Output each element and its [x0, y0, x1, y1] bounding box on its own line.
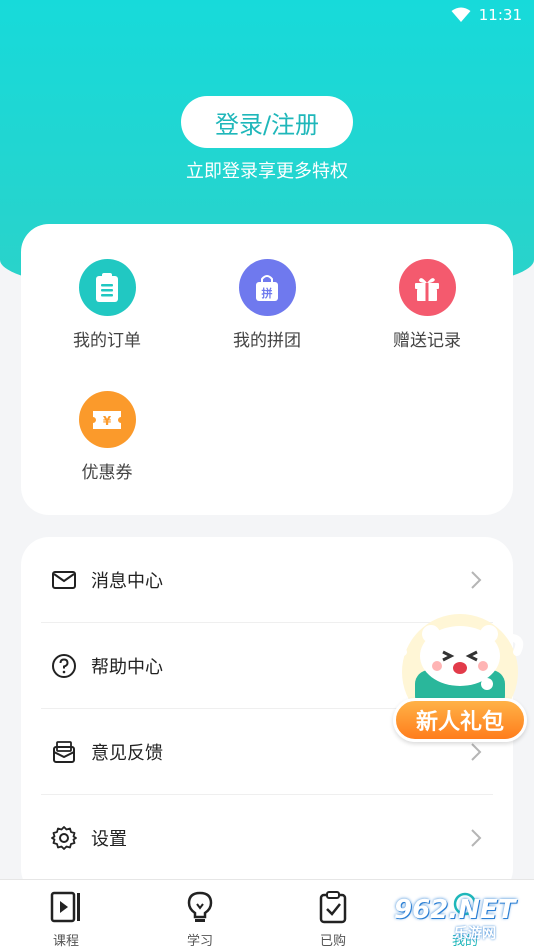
chevron-right-icon	[471, 570, 482, 589]
feedback-icon	[53, 740, 75, 763]
quick-action-label: 我的拼团	[233, 331, 301, 351]
status-time: 11:31	[478, 6, 522, 24]
quick-action-label: 优惠券	[81, 463, 133, 483]
watermark-subtext: 乐游网	[454, 926, 496, 942]
bear-mascot-icon	[396, 614, 524, 712]
tab-purchased[interactable]: 已购	[288, 880, 378, 949]
watermark-text: 962.NET	[394, 895, 516, 925]
tab-label: 已购	[319, 934, 346, 949]
coupon-icon: ¥	[78, 391, 136, 448]
play-icon	[50, 891, 80, 923]
quick-action-my-group-buy[interactable]: 拼 我的拼团	[197, 259, 337, 351]
svg-text:¥: ¥	[103, 414, 112, 428]
gift-icon	[398, 259, 456, 316]
clipboard-icon	[78, 259, 136, 316]
mail-icon	[52, 570, 76, 589]
site-watermark: 962.NET 乐游网	[394, 895, 530, 945]
new-user-gift-badge[interactable]: 新人礼包	[391, 612, 529, 746]
status-bar: 11:31	[0, 0, 534, 30]
lightbulb-icon	[187, 891, 213, 922]
quick-action-my-orders[interactable]: 我的订单	[37, 259, 177, 351]
quick-action-label: 我的订单	[73, 331, 141, 351]
menu-item-label: 设置	[91, 829, 127, 850]
tab-label: 课程	[52, 934, 79, 949]
purchased-icon	[319, 891, 347, 924]
shopping-bag-icon: 拼	[238, 259, 296, 316]
tab-courses[interactable]: 课程	[21, 880, 111, 949]
wifi-icon	[451, 7, 471, 22]
quick-action-label: 赠送记录	[393, 331, 461, 351]
svg-text:拼: 拼	[262, 286, 273, 300]
quick-action-gift-records[interactable]: 赠送记录	[357, 259, 497, 351]
menu-item-settings[interactable]: 设置	[41, 795, 493, 881]
gift-badge-label: 新人礼包	[393, 698, 527, 742]
quick-actions-card: 我的订单 拼 我的拼团 赠送记录 ¥ 优惠券	[21, 224, 513, 515]
quick-action-coupons[interactable]: ¥ 优惠券	[37, 391, 177, 483]
tab-study[interactable]: 学习	[155, 880, 245, 949]
login-subtitle: 立即登录享更多特权	[186, 161, 348, 182]
help-icon	[52, 653, 76, 678]
menu-item-message-center[interactable]: 消息中心	[41, 537, 493, 623]
gear-icon	[51, 826, 77, 850]
menu-item-label: 消息中心	[91, 570, 163, 592]
login-register-button[interactable]: 登录/注册	[181, 96, 353, 148]
chevron-right-icon	[471, 829, 482, 847]
tab-label: 学习	[186, 934, 213, 949]
